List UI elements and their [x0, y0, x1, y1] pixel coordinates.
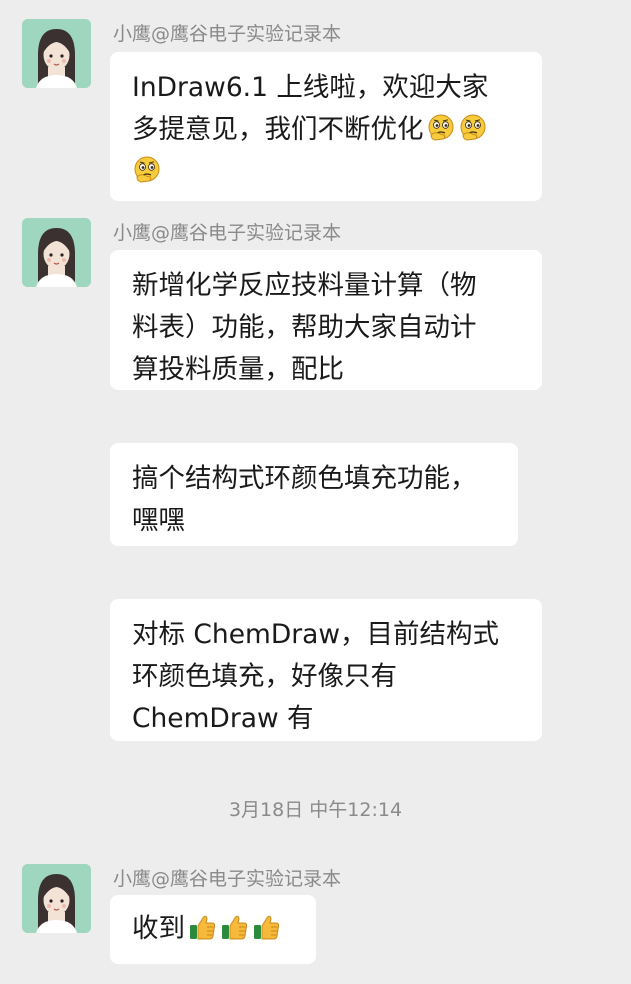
message-text: 多提意见，我们不断优化 [132, 114, 424, 145]
message-bubble[interactable]: 对标 ChemDraw，目前结构式 环颜色填充，好像只有 ChemDraw 有 [110, 599, 542, 741]
message-text: 算投料质量，配比 [132, 354, 344, 385]
message-text: 新增化学反应技料量计算（物 [132, 270, 477, 301]
girl-avatar-icon [22, 19, 91, 88]
message-text: 环颜色填充，好像只有 [132, 661, 397, 692]
girl-avatar-icon [22, 864, 91, 933]
thumbs-up-emoji-icon [251, 912, 281, 942]
message-text: 对标 ChemDraw，目前结构式 [132, 619, 500, 650]
thumbs-up-emoji-icon [187, 912, 217, 942]
thinking-face-emoji-icon [132, 155, 162, 185]
message-text: 收到 [132, 913, 185, 944]
message-text: 料表）功能，帮助大家自动计 [132, 312, 477, 343]
message-bubble[interactable]: 搞个结构式环颜色填充功能， 嘿嘿 [110, 443, 518, 546]
thinking-face-emoji-icon [458, 113, 488, 143]
chat-timestamp: 3月18日 中午12:14 [228, 799, 403, 821]
message-text: InDraw6.1 上线啦，欢迎大家 [132, 72, 489, 103]
avatar[interactable] [22, 218, 91, 287]
girl-avatar-icon [22, 218, 91, 287]
thumbs-up-emoji-icon [219, 912, 249, 942]
message-text: 嘿嘿 [132, 505, 185, 536]
message-text: 搞个结构式环颜色填充功能， [132, 463, 477, 494]
avatar[interactable] [22, 864, 91, 933]
sender-name: 小鹰@鹰谷电子实验记录本 [113, 868, 342, 890]
sender-name: 小鹰@鹰谷电子实验记录本 [113, 23, 342, 45]
message-bubble[interactable]: 新增化学反应技料量计算（物 料表）功能，帮助大家自动计 算投料质量，配比 [110, 250, 542, 390]
sender-name: 小鹰@鹰谷电子实验记录本 [113, 222, 342, 244]
message-bubble[interactable]: 收到 [110, 895, 316, 964]
thinking-face-emoji-icon [426, 113, 456, 143]
message-bubble[interactable]: InDraw6.1 上线啦，欢迎大家 多提意见，我们不断优化 [110, 52, 542, 201]
avatar[interactable] [22, 19, 91, 88]
message-text: ChemDraw 有 [132, 703, 314, 734]
